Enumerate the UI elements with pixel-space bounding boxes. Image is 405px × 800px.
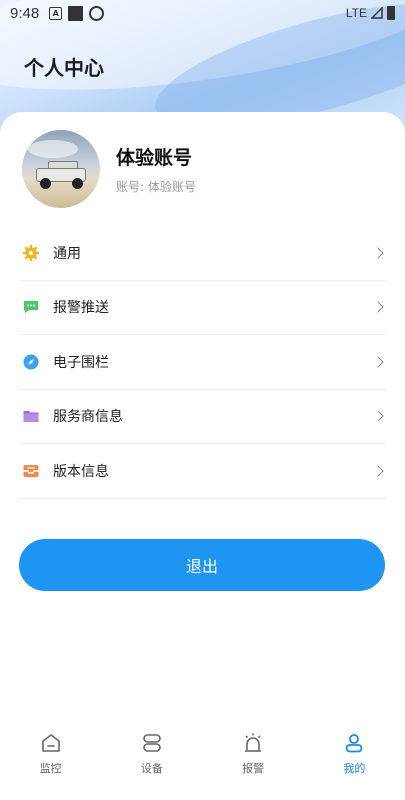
menu-label: 版本信息 xyxy=(53,463,109,480)
chevron-right-icon xyxy=(372,247,384,259)
tab-label: 监控 xyxy=(39,762,62,775)
gear-icon xyxy=(22,244,40,262)
compass-icon xyxy=(22,353,40,371)
battery-icon xyxy=(387,6,395,20)
tab-label: 我的 xyxy=(343,762,366,775)
profile-account: 账号: 体验账号 xyxy=(116,180,196,194)
menu-item-alarm-push[interactable]: 报警推送 xyxy=(20,281,386,335)
tab-mine[interactable]: 我的 xyxy=(304,712,405,800)
menu-label: 服务商信息 xyxy=(53,409,123,426)
content-card: 体验账号 账号: 体验账号 通用 报警推送 电子围栏 服务商信息 版本信息 退出 xyxy=(0,112,405,712)
menu-label: 报警推送 xyxy=(53,300,109,317)
tab-label: 报警 xyxy=(242,762,265,775)
avatar[interactable] xyxy=(22,130,100,208)
network-label: LTE xyxy=(345,6,367,20)
alarm-icon xyxy=(245,733,262,752)
logout-button[interactable]: 退出 xyxy=(19,539,385,591)
tab-alarms[interactable]: 报警 xyxy=(203,712,304,800)
menu-item-version-info[interactable]: 版本信息 xyxy=(20,444,386,499)
status-bar: 9:48 A LTE xyxy=(0,0,405,26)
notification-circle-icon xyxy=(89,5,105,21)
tab-label: 设备 xyxy=(140,762,163,775)
inbox-icon xyxy=(22,462,40,480)
menu-item-general[interactable]: 通用 xyxy=(20,226,386,281)
profile-section[interactable]: 体验账号 账号: 体验账号 xyxy=(22,130,196,208)
notification-square-icon xyxy=(68,5,84,21)
home-icon xyxy=(41,734,60,752)
menu-label: 通用 xyxy=(53,245,81,262)
user-icon xyxy=(345,734,363,753)
menu-label: 电子围栏 xyxy=(53,354,109,371)
menu-item-geofence[interactable]: 电子围栏 xyxy=(20,335,386,390)
tab-devices[interactable]: 设备 xyxy=(101,712,202,800)
notification-a-icon: A xyxy=(49,6,63,20)
settings-menu: 通用 报警推送 电子围栏 服务商信息 版本信息 xyxy=(20,226,386,499)
chevron-right-icon xyxy=(372,356,384,368)
menu-item-provider-info[interactable]: 服务商信息 xyxy=(20,390,386,444)
status-time: 9:48 xyxy=(10,4,40,22)
message-icon xyxy=(22,298,40,316)
chevron-right-icon xyxy=(372,465,384,477)
chevron-right-icon xyxy=(372,301,384,313)
chevron-right-icon xyxy=(372,410,384,422)
page-title: 个人中心 xyxy=(24,56,104,80)
bottom-tab-bar: 监控 设备 报警 我的 xyxy=(0,712,405,800)
profile-name: 体验账号 xyxy=(116,147,193,169)
folder-icon xyxy=(22,407,40,425)
device-icon xyxy=(143,734,161,752)
tab-monitor[interactable]: 监控 xyxy=(0,712,101,800)
signal-icon xyxy=(371,7,383,19)
